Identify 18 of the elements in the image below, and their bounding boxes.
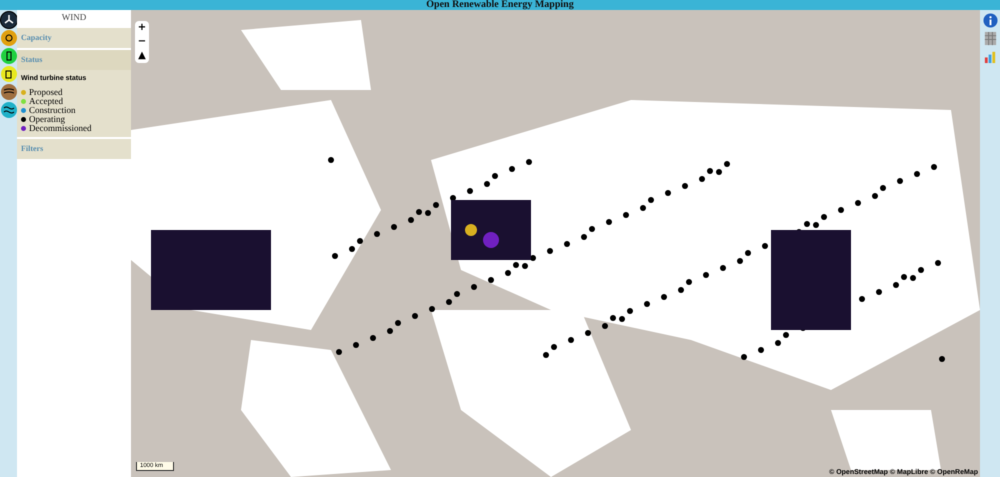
app-title: Open Renewable Energy Mapping: [426, 0, 574, 10]
legend-label: Construction: [29, 106, 76, 115]
map-control-button[interactable]: +: [135, 21, 149, 35]
wave-energy-icon[interactable]: [0, 102, 16, 118]
legend-label: Decommissioned: [29, 124, 92, 133]
map-control-button[interactable]: −: [135, 35, 149, 49]
bar-chart-icon[interactable]: [982, 49, 998, 64]
plant-energy-icon[interactable]: [0, 66, 16, 82]
biomass-energy-icon[interactable]: [0, 84, 16, 100]
legend-label: Accepted: [29, 97, 63, 106]
map-control-button[interactable]: ▲: [135, 49, 149, 63]
table-icon[interactable]: [982, 31, 998, 46]
industry-energy-icon[interactable]: [0, 48, 16, 64]
solar-energy-icon[interactable]: [0, 30, 16, 46]
legend-label: Operating: [29, 115, 65, 124]
info-icon[interactable]: [982, 13, 998, 28]
legend-label: Proposed: [29, 88, 62, 97]
wind-energy-icon[interactable]: [0, 12, 16, 28]
